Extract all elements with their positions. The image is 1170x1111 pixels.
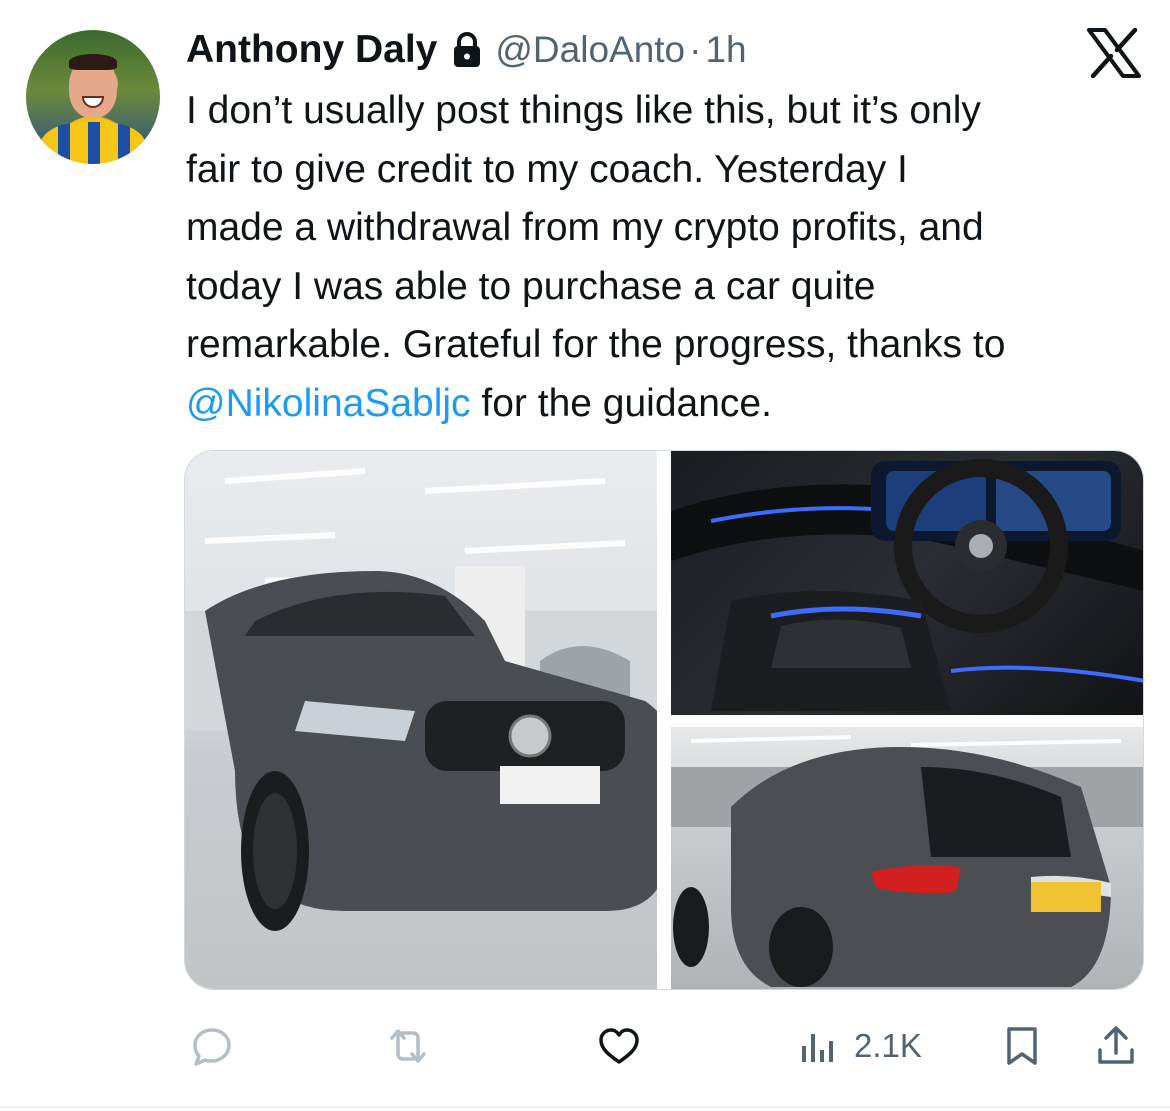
avatar-jersey — [40, 122, 146, 164]
heart-icon[interactable] — [597, 1024, 641, 1068]
share-icon[interactable] — [1094, 1024, 1138, 1068]
author-name[interactable]: Anthony Daly — [186, 28, 437, 72]
views-count: 2.1K — [854, 1027, 922, 1064]
tweet-text-line: I don’t usually post things like this, b… — [186, 89, 981, 132]
tweet-text-line: remarkable. Grateful for the progress, t… — [186, 323, 1006, 366]
views-icon — [802, 1034, 833, 1062]
tweet-text-line: made a withdrawal from my crypto profits… — [186, 206, 984, 249]
tweet-text-line: fair to give credit to my coach. Yesterd… — [186, 147, 908, 191]
car-rear-photo[interactable] — [671, 727, 1143, 989]
car-interior-photo[interactable] — [671, 451, 1143, 715]
tweet-text-tail: for the guidance. — [470, 381, 772, 425]
x-logo-icon[interactable] — [1086, 27, 1142, 79]
tweet-header: Anthony Daly @DaloAnto · 1h — [186, 26, 747, 74]
reply-icon[interactable] — [190, 1024, 234, 1068]
author-avatar[interactable] — [26, 30, 160, 164]
tweet-timestamp[interactable]: 1h — [705, 29, 746, 71]
tweet-divider — [0, 1106, 1170, 1108]
lock-icon — [451, 31, 483, 69]
media-grid — [184, 450, 1144, 990]
avatar-hair — [69, 54, 117, 70]
retweet-icon[interactable] — [386, 1024, 430, 1068]
header-separator: · — [689, 29, 702, 70]
tweet-text-last-line: @NikolinaSabljc for the guidance. — [186, 375, 1156, 434]
views-button[interactable]: 2.1K — [796, 1024, 922, 1068]
tweet-actions: 2.1K — [0, 1010, 1170, 1080]
author-handle[interactable]: @DaloAnto — [495, 29, 685, 71]
car-front-photo[interactable] — [185, 451, 657, 989]
tweet-text: I don’t usually post things like this, b… — [186, 82, 1156, 433]
mention-link[interactable]: @NikolinaSabljc — [186, 382, 471, 425]
tweet-text-line: today I was able to purchase a car quite — [186, 264, 876, 308]
bookmark-icon[interactable] — [1000, 1024, 1044, 1068]
